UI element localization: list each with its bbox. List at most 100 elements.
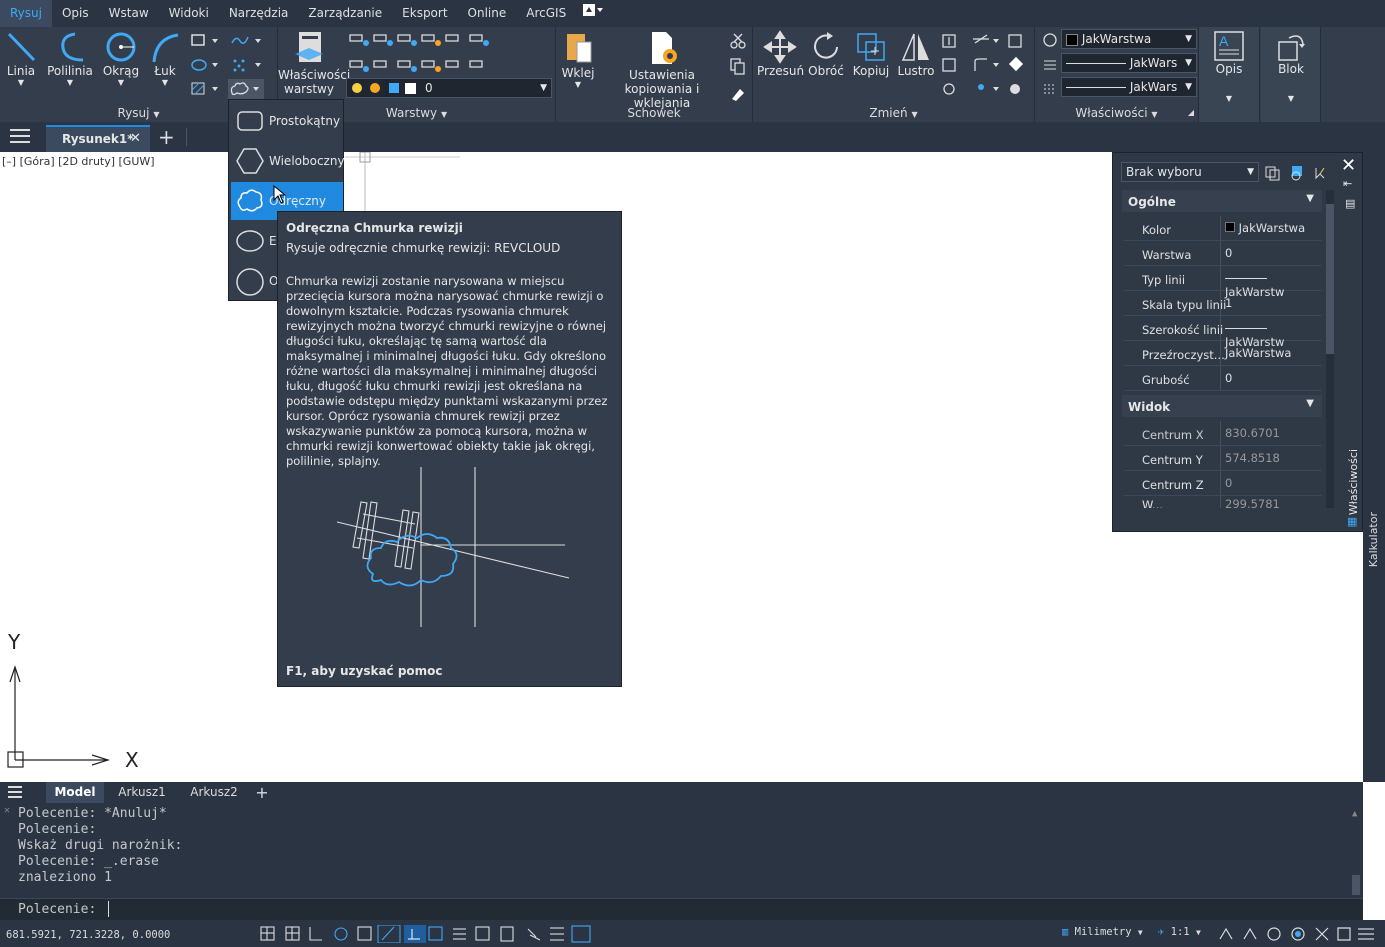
command-line: ✕ Polecenie: *Anuluj* Polecenie: Wskaż d… (0, 803, 1363, 920)
move-label: Przesuń (757, 64, 805, 78)
paste-icon (567, 34, 592, 63)
rectangle-icon[interactable] (190, 33, 220, 49)
menu-wstaw[interactable]: Wstaw (99, 0, 159, 27)
properties-scrollbar[interactable] (1326, 190, 1334, 508)
annotation-scale-dropdown[interactable]: ✈ 1:1 ▼ (1158, 926, 1201, 938)
units-dropdown[interactable]: ▥ Milimetry ▼ (1062, 926, 1143, 938)
rotate-button[interactable]: Obróć (805, 30, 847, 78)
flyout-item-label: Prostokątny (269, 114, 341, 128)
tab-arkusz2[interactable]: Arkusz2 (182, 782, 246, 803)
layer-properties-button[interactable]: Właściwości warstwy (278, 30, 350, 96)
layer-dropdown[interactable]: 0 ▼ (346, 78, 552, 98)
line-tool-button[interactable]: Linia ▼ (2, 30, 40, 87)
settings-icon[interactable]: ▤ (1345, 197, 1355, 210)
polyline-label: Polilinia (47, 64, 93, 78)
menu-opis[interactable]: Opis (52, 0, 99, 27)
add-layout-button[interactable]: + (252, 782, 272, 803)
selection-dropdown[interactable]: Brak wyboru ▼ (1121, 162, 1259, 182)
mirror-button[interactable]: Lustro (895, 30, 937, 78)
polygonal-cloud-icon (236, 148, 264, 174)
close-icon[interactable]: ✕ (4, 805, 10, 816)
tab-arkusz1[interactable]: Arkusz1 (112, 782, 172, 803)
cut-copy-icons[interactable] (728, 33, 748, 107)
hamburger-icon[interactable] (8, 786, 22, 798)
scrollbar-thumb[interactable] (1352, 875, 1360, 895)
close-icon[interactable]: ✕ (1341, 155, 1356, 176)
menu-zarzadzanie[interactable]: Zarządzanie (298, 0, 392, 27)
prop-row-transparency[interactable]: Przeźroczyst... JakWarstwa (1124, 341, 1322, 366)
polyline-tool-button[interactable]: Polilinia ▼ (46, 30, 94, 87)
viewport-controls[interactable]: [–] [Góra] [2D druty] [GUW] (2, 155, 155, 168)
document-tab[interactable]: Rysunek1* ✕ (46, 125, 150, 152)
ucs-x-label: X (125, 748, 139, 772)
copy-settings-button[interactable]: Ustawienia kopiowania i wklejania (600, 30, 724, 110)
scroll-up-icon[interactable]: ▲ (1352, 809, 1357, 819)
menu-rysuj[interactable]: Rysuj (0, 0, 52, 27)
calculator-icon[interactable]: ▦ (1347, 515, 1357, 528)
menu-arcgis[interactable]: ArcGIS (516, 0, 576, 27)
panel-clipboard-title[interactable]: Schowek (556, 104, 752, 122)
copy-button[interactable]: Kopiuj (849, 30, 893, 78)
move-button[interactable]: Przesuń (757, 30, 805, 78)
flyout-item-polygonal[interactable]: Wieloboczny (231, 142, 345, 180)
line-icon (7, 32, 36, 62)
hamburger-icon[interactable] (10, 129, 30, 145)
prop-row-thickness[interactable]: Grubość 0 (1124, 366, 1322, 391)
chevron-down-icon: ▼ (1185, 34, 1192, 44)
block-button[interactable]: Blok ▼ (1261, 30, 1321, 103)
circle-tool-button[interactable]: Okrąg ▼ (100, 30, 142, 87)
revcloud-button[interactable] (228, 79, 264, 99)
coordinates-readout[interactable]: 681.5921, 721.3228, 0.0000 (6, 929, 170, 941)
ellipse-icon[interactable] (190, 57, 220, 73)
ribbon: Linia ▼ Polilinia ▼ Okrąg ▼ Łuk ▼ Rysuj … (0, 27, 1385, 122)
pin-icon[interactable]: ⇤ (1343, 177, 1352, 190)
selection-tools-icons[interactable] (1264, 164, 1334, 182)
hatch-icon[interactable] (190, 81, 220, 97)
lineweight-dropdown[interactable]: JakWars ▼ (1061, 77, 1197, 97)
section-view[interactable]: Widok ▼ (1122, 395, 1322, 417)
close-icon[interactable]: ✕ (130, 131, 141, 146)
document-tab-bar: Rysunek1* ✕ + (0, 122, 1385, 152)
menu-narzedzia[interactable]: Narzędzia (219, 0, 299, 27)
color-dropdown[interactable]: JakWarstwa ▼ (1061, 29, 1197, 49)
scrollbar-thumb[interactable] (1326, 204, 1334, 354)
tab-model[interactable]: Model (46, 782, 104, 803)
menu-widoki[interactable]: Widoki (159, 0, 219, 27)
section-general[interactable]: Ogólne ▼ (1122, 190, 1322, 212)
panel-properties-title[interactable]: Właściwości ▼ ◢ (1035, 104, 1198, 122)
calculator-tab[interactable]: Kalkulator (1367, 512, 1380, 567)
add-tab-button[interactable]: + (158, 125, 175, 149)
match-properties-icons[interactable] (1041, 31, 1059, 97)
drafting-toggles-icons[interactable] (258, 925, 594, 943)
rotate-label: Obróć (808, 64, 844, 78)
units-icon: ▥ (1062, 926, 1069, 938)
spline-icon[interactable] (230, 33, 264, 49)
command-input[interactable]: Polecenie: (0, 898, 1363, 920)
menu-eksport[interactable]: Eksport (392, 0, 457, 27)
menu-online[interactable]: Online (458, 0, 517, 27)
menu-overflow-button[interactable] (576, 0, 610, 27)
paste-button[interactable]: Wklej ▼ (560, 30, 596, 89)
modify-small-tools[interactable] (939, 31, 1033, 97)
arc-tool-button[interactable]: Łuk ▼ (146, 30, 184, 87)
annotation-button[interactable]: A Opis ▼ (1199, 30, 1259, 103)
prop-row-layer[interactable]: Warstwa 0 (1124, 241, 1322, 266)
prop-row-linetype[interactable]: Typ linii JakWarstw (1124, 266, 1322, 299)
layer-tools-icons[interactable] (346, 31, 554, 75)
flyout-item-rectangular[interactable]: Prostokątny (231, 102, 343, 140)
status-tray-icons[interactable] (1218, 925, 1378, 943)
prop-row-linetype-scale[interactable]: Skala typu linii 1 (1124, 291, 1322, 316)
point-icon[interactable] (230, 57, 264, 73)
color-swatch (1225, 222, 1235, 232)
revcloud-icon (230, 82, 259, 96)
history-line: Polecenie: _.erase (18, 854, 159, 869)
linetype-preview (1225, 278, 1267, 279)
prop-row-lineweight[interactable]: Szerokość linii JakWarstw (1124, 316, 1322, 349)
right-side-strip: Kalkulator (1363, 152, 1385, 782)
linetype-dropdown[interactable]: JakWars ▼ (1061, 53, 1197, 73)
layer-properties-icon (295, 32, 323, 62)
overflow-icon (583, 4, 604, 16)
scale-value: 1:1 (1170, 926, 1190, 938)
panel-modify-title[interactable]: Zmień ▼ (753, 104, 1034, 122)
prop-row-color[interactable]: Kolor JakWarstwa (1124, 216, 1322, 241)
